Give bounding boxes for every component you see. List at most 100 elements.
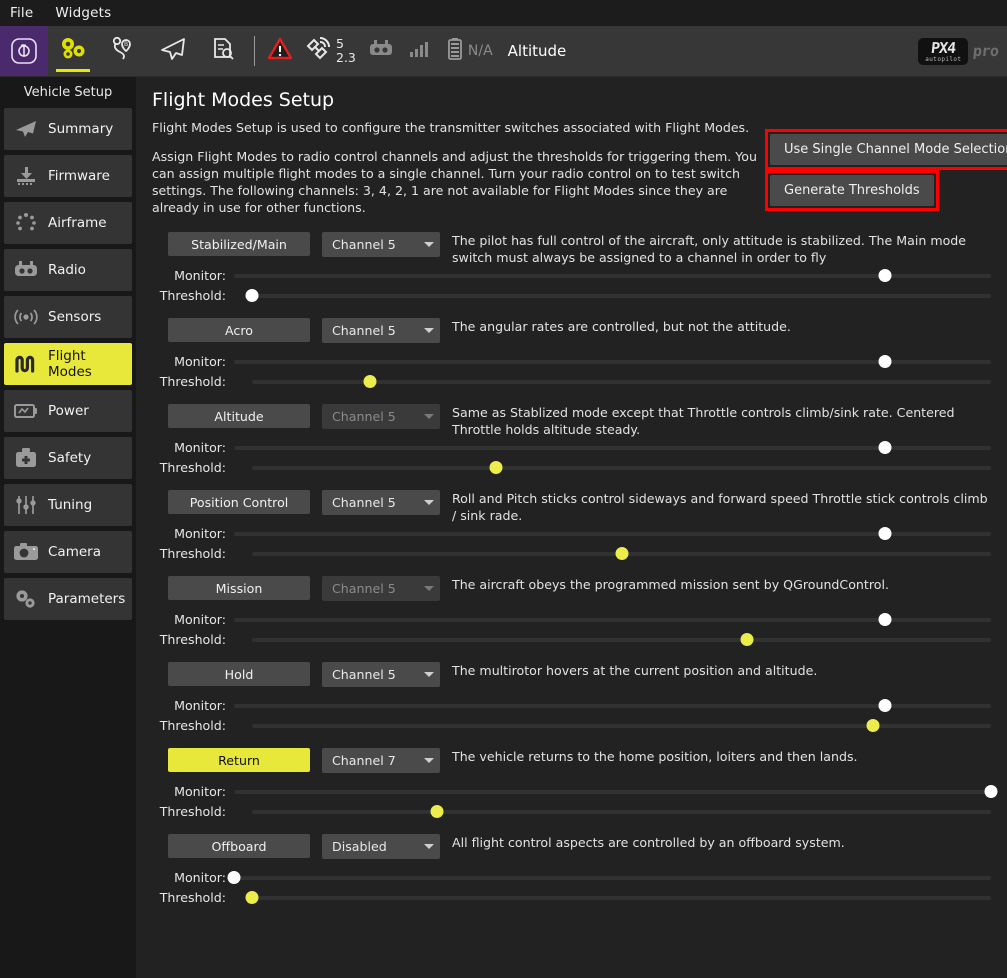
sidebar-item-sensors[interactable]: Sensors: [4, 296, 132, 338]
monitor-slider-row: Monitor:: [150, 526, 991, 541]
threshold-handle[interactable]: [741, 633, 754, 646]
px4-pro-logo: PX4 autopilot pro: [918, 38, 999, 65]
threshold-track[interactable]: [252, 289, 991, 303]
body-wrapper: Vehicle Setup Summary Firmware: [0, 77, 1007, 978]
battery-value: N/A: [468, 43, 493, 59]
channel-select[interactable]: Channel 5: [322, 576, 440, 601]
threshold-track[interactable]: [252, 461, 991, 475]
qgc-logo-icon[interactable]: [0, 26, 48, 76]
monitor-slider-row: Monitor:: [150, 440, 991, 455]
chevron-down-icon: [424, 414, 434, 419]
threshold-handle[interactable]: [430, 805, 443, 818]
mode-description: The multirotor hovers at the current pos…: [452, 662, 991, 680]
flight-mode-indicator[interactable]: Altitude: [508, 42, 567, 60]
flight-mode-rows: Stabilized/Main Channel 5 The pilot has …: [150, 232, 991, 910]
threshold-handle[interactable]: [489, 461, 502, 474]
monitor-track[interactable]: [234, 441, 991, 455]
monitor-track[interactable]: [234, 269, 991, 283]
px4-autopilot-text: autopilot: [925, 57, 961, 63]
threshold-track[interactable]: [252, 805, 991, 819]
generate-thresholds-button[interactable]: Generate Thresholds: [770, 175, 934, 206]
monitor-handle[interactable]: [985, 785, 998, 798]
threshold-track[interactable]: [252, 633, 991, 647]
monitor-track[interactable]: [234, 355, 991, 369]
mode-name-button[interactable]: Altitude: [168, 404, 310, 428]
channel-select[interactable]: Channel 5: [322, 318, 440, 343]
channel-select[interactable]: Channel 7: [322, 748, 440, 773]
menu-file[interactable]: File: [10, 5, 33, 21]
chevron-down-icon: [424, 586, 434, 591]
monitor-handle[interactable]: [228, 871, 241, 884]
monitor-slider-row: Monitor:: [150, 698, 991, 713]
threshold-handle[interactable]: [364, 375, 377, 388]
monitor-handle[interactable]: [879, 355, 892, 368]
mode-name-button[interactable]: Offboard: [168, 834, 310, 858]
threshold-track[interactable]: [252, 719, 991, 733]
monitor-handle[interactable]: [879, 527, 892, 540]
rc-controller-icon: [13, 258, 39, 282]
menu-bar: File Widgets: [0, 0, 1007, 26]
sidebar-item-summary[interactable]: Summary: [4, 108, 132, 150]
battery-icon[interactable]: [447, 37, 463, 65]
channel-select[interactable]: Channel 5: [322, 662, 440, 687]
sidebar-item-parameters[interactable]: Parameters: [4, 578, 132, 620]
threshold-track[interactable]: [252, 547, 991, 561]
sidebar-item-flight-modes[interactable]: Flight Modes: [4, 343, 132, 385]
action-buttons-area: Use Single Channel Mode Selection Genera…: [765, 129, 1003, 212]
channel-select[interactable]: Disabled: [322, 834, 440, 859]
threshold-handle[interactable]: [866, 719, 879, 732]
warning-triangle-icon[interactable]: [267, 37, 293, 65]
camera-icon: [13, 540, 39, 564]
channel-select[interactable]: Channel 5: [322, 404, 440, 429]
satellite-icon[interactable]: [304, 36, 332, 66]
monitor-track[interactable]: [234, 699, 991, 713]
monitor-handle[interactable]: [879, 613, 892, 626]
sidebar-item-radio[interactable]: Radio: [4, 249, 132, 291]
sidebar-item-tuning[interactable]: Tuning: [4, 484, 132, 526]
mode-name-button[interactable]: Stabilized/Main: [168, 232, 310, 256]
toolbar-fly-view[interactable]: [148, 26, 198, 76]
rc-controller-icon[interactable]: [367, 38, 395, 64]
monitor-label: Monitor:: [150, 870, 232, 885]
monitor-track[interactable]: [234, 871, 991, 885]
sidebar-item-power[interactable]: Power: [4, 390, 132, 432]
sidebar-item-safety[interactable]: Safety: [4, 437, 132, 479]
threshold-track[interactable]: [252, 375, 991, 389]
channel-select[interactable]: Channel 5: [322, 232, 440, 257]
toolbar-vehicle-setup[interactable]: [48, 26, 98, 76]
use-single-channel-mode-selection-button[interactable]: Use Single Channel Mode Selection: [770, 134, 1007, 165]
sensor-waves-icon: [13, 305, 39, 329]
monitor-handle[interactable]: [879, 269, 892, 282]
monitor-track[interactable]: [234, 527, 991, 541]
mode-name-button[interactable]: Hold: [168, 662, 310, 686]
channel-select-value: Channel 5: [332, 409, 396, 424]
threshold-handle[interactable]: [615, 547, 628, 560]
monitor-handle[interactable]: [879, 699, 892, 712]
mode-name-button[interactable]: Position Control: [168, 490, 310, 514]
monitor-handle[interactable]: [879, 441, 892, 454]
mode-row-header: Return Channel 7 The vehicle returns to …: [150, 748, 991, 773]
monitor-track[interactable]: [234, 613, 991, 627]
toolbar-plan-view[interactable]: B: [98, 26, 148, 76]
mode-description: The angular rates are controlled, but no…: [452, 318, 991, 336]
menu-widgets[interactable]: Widgets: [55, 5, 111, 21]
sidebar-label: Sensors: [48, 309, 101, 325]
toolbar-status-area: 5 2.3: [261, 26, 566, 76]
channel-select[interactable]: Channel 5: [322, 490, 440, 515]
mode-name-button[interactable]: Mission: [168, 576, 310, 600]
threshold-handle[interactable]: [246, 891, 259, 904]
mode-name-button[interactable]: Acro: [168, 318, 310, 342]
signal-bars-icon[interactable]: [408, 39, 430, 63]
monitor-track[interactable]: [234, 785, 991, 799]
threshold-handle[interactable]: [246, 289, 259, 302]
channel-select-value: Channel 5: [332, 323, 396, 338]
sidebar-item-firmware[interactable]: Firmware: [4, 155, 132, 197]
threshold-track-bar: [252, 724, 991, 728]
mode-name-button[interactable]: Return: [168, 748, 310, 772]
toolbar-analyze-view[interactable]: [198, 26, 248, 76]
threshold-track[interactable]: [252, 891, 991, 905]
sidebar-label: Safety: [48, 450, 91, 466]
monitor-label: Monitor:: [150, 784, 232, 799]
sidebar-item-camera[interactable]: Camera: [4, 531, 132, 573]
sidebar-item-airframe[interactable]: Airframe: [4, 202, 132, 244]
